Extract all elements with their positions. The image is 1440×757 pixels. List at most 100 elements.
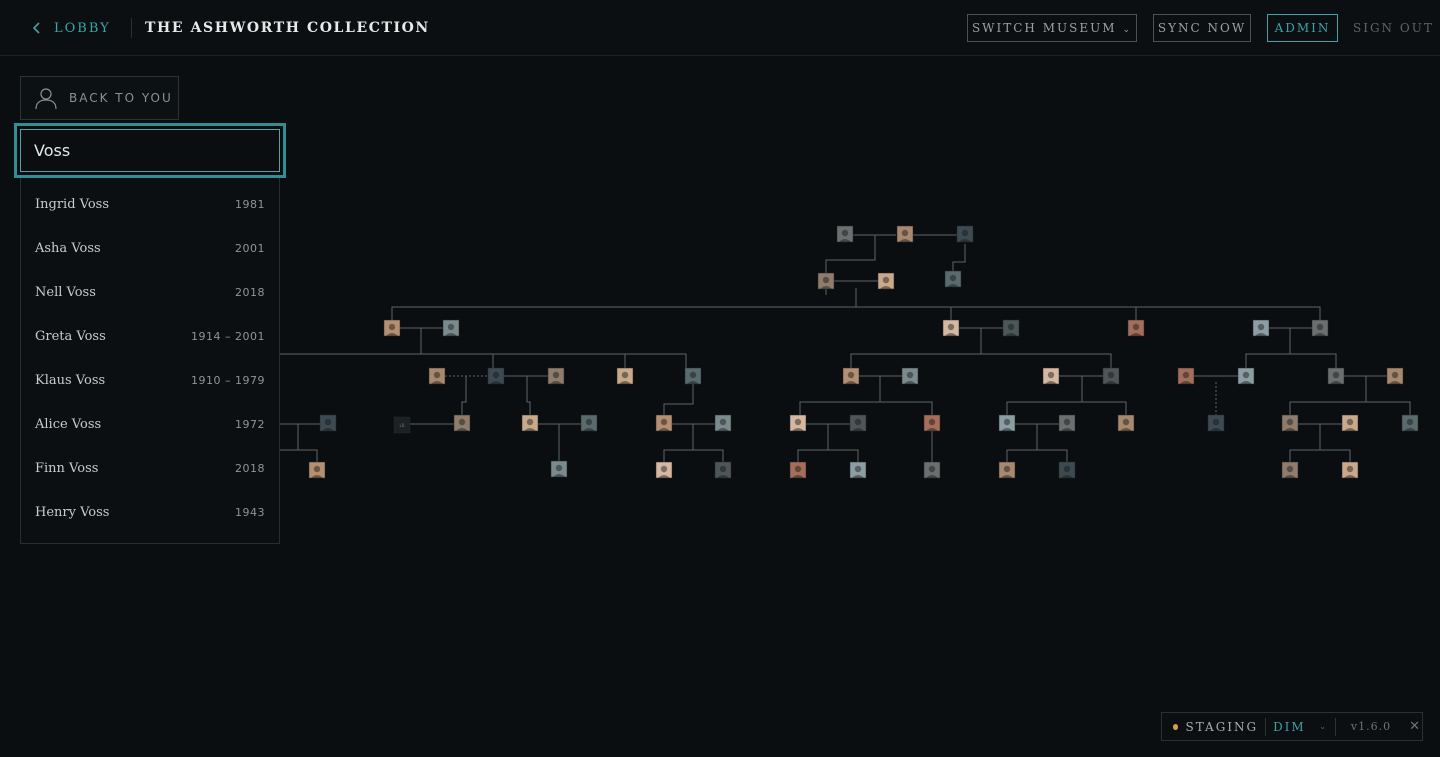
- person-portrait[interactable]: [901, 367, 919, 385]
- person-portrait[interactable]: [580, 414, 598, 432]
- person-portrait[interactable]: [428, 367, 446, 385]
- search-result-item[interactable]: Alice Voss 1972: [21, 402, 279, 446]
- person-portrait[interactable]: [842, 367, 860, 385]
- header-divider: [131, 18, 132, 38]
- person-portrait[interactable]: [1281, 461, 1299, 479]
- sign-out-link[interactable]: SIGN OUT: [1353, 14, 1434, 42]
- person-portrait[interactable]: [684, 367, 702, 385]
- person-portrait[interactable]: [1311, 319, 1329, 337]
- tree-connector: [981, 353, 1112, 368]
- person-portrait[interactable]: [1386, 367, 1404, 385]
- person-portrait[interactable]: [956, 225, 974, 243]
- search-result-item[interactable]: Asha Voss 2001: [21, 226, 279, 270]
- page-title: THE ASHWORTH COLLECTION: [145, 20, 430, 36]
- tree-connector: [880, 401, 933, 415]
- person-portrait[interactable]: [1058, 461, 1076, 479]
- search-result-item[interactable]: Ingrid Voss 1981: [21, 182, 279, 226]
- person-portrait[interactable]: LB: [393, 416, 411, 434]
- person-portrait[interactable]: [942, 319, 960, 337]
- person-portrait[interactable]: [487, 367, 505, 385]
- result-name: Henry Voss: [35, 504, 110, 520]
- person-portrait[interactable]: [896, 225, 914, 243]
- person-portrait[interactable]: [442, 319, 460, 337]
- person-portrait[interactable]: [923, 461, 941, 479]
- tree-connector: [1290, 353, 1337, 368]
- lobby-link[interactable]: LOBBY: [30, 18, 111, 38]
- person-portrait[interactable]: [1237, 367, 1255, 385]
- search-result-item[interactable]: Henry Voss 1943: [21, 490, 279, 534]
- person-portrait[interactable]: [521, 414, 539, 432]
- person-portrait[interactable]: [319, 414, 337, 432]
- person-portrait[interactable]: [1341, 461, 1359, 479]
- person-portrait[interactable]: [789, 414, 807, 432]
- person-portrait[interactable]: [1117, 414, 1135, 432]
- result-years: 1914 – 2001: [191, 329, 265, 343]
- person-portrait[interactable]: [550, 460, 568, 478]
- tree-connector: [1366, 401, 1411, 415]
- search-result-item[interactable]: Nell Voss 2018: [21, 270, 279, 314]
- person-portrait[interactable]: [616, 367, 634, 385]
- search-result-item[interactable]: Greta Voss 1914 – 2001: [21, 314, 279, 358]
- theme-mode-select[interactable]: DIM ⌄: [1273, 720, 1328, 734]
- person-portrait[interactable]: [714, 461, 732, 479]
- person-portrait[interactable]: [1401, 414, 1419, 432]
- result-name: Greta Voss: [35, 328, 106, 344]
- tree-connectors: [280, 234, 1411, 462]
- result-years: 2001: [235, 241, 265, 255]
- chevron-down-icon: ⌄: [1319, 722, 1328, 731]
- person-portrait[interactable]: [836, 225, 854, 243]
- tree-connector: [391, 288, 857, 320]
- person-portrait[interactable]: [1177, 367, 1195, 385]
- person-portrait[interactable]: [923, 414, 941, 432]
- tree-connector: [461, 376, 467, 415]
- person-portrait[interactable]: [453, 414, 471, 432]
- tree-connector: [856, 306, 952, 320]
- person-portrait[interactable]: [1207, 414, 1225, 432]
- switch-museum-label: SWITCH MUSEUM: [971, 21, 1117, 35]
- status-divider: [1334, 717, 1336, 736]
- person-portrait[interactable]: [714, 414, 732, 432]
- person-portrait[interactable]: [817, 272, 835, 290]
- theme-mode-label: DIM: [1273, 719, 1306, 734]
- close-icon[interactable]: ✕: [1409, 719, 1422, 734]
- search-input[interactable]: [20, 129, 280, 172]
- person-portrait[interactable]: [1058, 414, 1076, 432]
- person-portrait[interactable]: [789, 461, 807, 479]
- status-dot-icon: [1173, 723, 1179, 730]
- search-result-item[interactable]: Klaus Voss 1910 – 1979: [21, 358, 279, 402]
- tree-connector: [952, 244, 966, 272]
- person-portrait[interactable]: [1127, 319, 1145, 337]
- person-portrait[interactable]: [1281, 414, 1299, 432]
- person-portrait[interactable]: [308, 461, 326, 479]
- person-portrait[interactable]: [1252, 319, 1270, 337]
- person-portrait[interactable]: [547, 367, 565, 385]
- person-portrait[interactable]: [1327, 367, 1345, 385]
- person-portrait[interactable]: [1102, 367, 1120, 385]
- lobby-label: LOBBY: [54, 20, 111, 36]
- person-portrait[interactable]: [849, 461, 867, 479]
- search-result-item[interactable]: Finn Voss 2018: [21, 446, 279, 490]
- person-portrait[interactable]: [877, 272, 895, 290]
- person-portrait[interactable]: [1042, 367, 1060, 385]
- person-portrait[interactable]: [655, 461, 673, 479]
- result-name: Alice Voss: [35, 416, 102, 432]
- person-portrait[interactable]: [1341, 414, 1359, 432]
- back-to-you-button[interactable]: BACK TO YOU: [20, 76, 179, 120]
- admin-button[interactable]: ADMIN: [1267, 14, 1338, 42]
- person-portrait[interactable]: [849, 414, 867, 432]
- sync-now-button[interactable]: SYNC NOW: [1153, 14, 1251, 42]
- person-portrait[interactable]: [998, 461, 1016, 479]
- result-name: Klaus Voss: [35, 372, 106, 388]
- person-portrait[interactable]: [944, 270, 962, 288]
- switch-museum-button[interactable]: SWITCH MUSEUM ⌄: [967, 14, 1137, 42]
- top-bar: LOBBY THE ASHWORTH COLLECTION SWITCH MUS…: [0, 0, 1440, 56]
- result-name: Nell Voss: [35, 284, 96, 300]
- tree-connector: [856, 306, 1321, 320]
- person-portrait[interactable]: [998, 414, 1016, 432]
- tree-connector: [1320, 449, 1351, 462]
- person-portrait[interactable]: [655, 414, 673, 432]
- result-name: Finn Voss: [35, 460, 99, 476]
- person-portrait[interactable]: [1002, 319, 1020, 337]
- person-portrait[interactable]: [383, 319, 401, 337]
- tree-connector: [856, 306, 1137, 320]
